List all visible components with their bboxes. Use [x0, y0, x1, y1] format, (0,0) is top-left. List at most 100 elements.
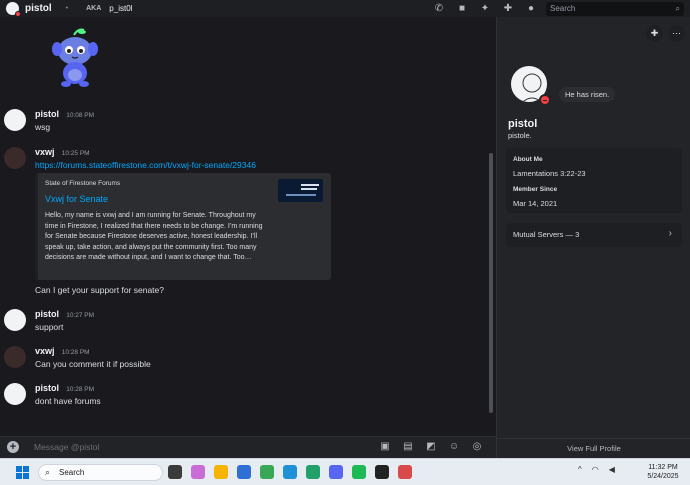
app-icon[interactable]	[306, 465, 320, 479]
timestamp: 10:25 PM	[61, 150, 90, 157]
author-name[interactable]: vxwj	[35, 346, 55, 356]
message-group: pistol 10:28 PM dont have forums	[0, 383, 486, 413]
chat-scrollbar[interactable]	[489, 153, 493, 413]
message-header: vxwj 10:28 PM	[35, 346, 90, 356]
message-text: Can you comment it if possible	[35, 359, 151, 369]
message-header: pistol 10:28 PM	[35, 383, 94, 393]
spotify-icon[interactable]	[352, 465, 366, 479]
custom-status: He has risen.	[559, 87, 616, 102]
taskbar-search[interactable]: ⌕ Search	[38, 464, 163, 481]
taskbar-search-label: Search	[59, 468, 85, 477]
game-app-icon[interactable]	[375, 465, 389, 479]
member-since-date: Mar 14, 2021	[513, 199, 558, 208]
gift-icon[interactable]: ▣	[378, 440, 392, 454]
sticker-icon[interactable]: ◩	[424, 440, 438, 454]
mutual-servers-button[interactable]: Mutual Servers — 3 ›	[506, 223, 682, 247]
author-name[interactable]: pistol	[35, 383, 59, 393]
mutual-servers-label: Mutual Servers — 3	[513, 230, 580, 239]
task-view-icon[interactable]	[168, 465, 182, 479]
volume-icon[interactable]: ◀	[609, 465, 615, 474]
profile-username: pistole.	[508, 131, 532, 140]
message-text: dont have forums	[35, 396, 101, 406]
composer-controls: ▣ ▤ ◩ ☺ ◎	[378, 440, 484, 454]
alias-name: p_ist0l	[109, 4, 133, 13]
message-group: pistol 10:27 PM support	[0, 309, 486, 339]
message-header: pistol 10:27 PM	[35, 309, 94, 319]
dnd-status-icon	[539, 94, 551, 106]
add-friends-icon[interactable]: ✚	[501, 3, 515, 14]
activities-icon[interactable]: ◎	[470, 440, 484, 454]
emoji-icon[interactable]: ☺	[447, 440, 461, 454]
message-input[interactable]: Message @pistol	[34, 442, 99, 452]
message-text: support	[35, 322, 64, 332]
wifi-icon[interactable]: ◠	[592, 465, 599, 474]
user-avatar[interactable]	[4, 147, 26, 169]
separator-dot: •	[65, 5, 69, 12]
user-avatar[interactable]	[4, 309, 26, 331]
message-group: pistol 10:08 PM wsg	[0, 109, 486, 139]
user-profile-panel: ✚ ⋯ He has risen. pistol pistole. About …	[496, 17, 690, 458]
message-header: pistol 10:08 PM	[35, 109, 94, 119]
search-input[interactable]: Search ⌕	[546, 2, 684, 16]
user-avatar[interactable]	[4, 383, 26, 405]
windows-taskbar: ⌕ Search ^ ◠ ◀ 11:32 PM 5/24/2025	[0, 458, 690, 485]
search-icon: ⌕	[675, 4, 680, 13]
embed-provider: State of Firestone Forums	[45, 180, 121, 187]
add-attachment-icon[interactable]: +	[7, 441, 19, 453]
chevron-right-icon: ›	[668, 228, 672, 239]
dm-username: pistol	[25, 3, 52, 14]
store-icon[interactable]	[237, 465, 251, 479]
link-embed: State of Firestone Forums Vxwj for Senat…	[35, 173, 331, 280]
copilot-icon[interactable]	[191, 465, 205, 479]
user-profile-icon[interactable]: ●	[524, 3, 538, 14]
embed-description: Hello, my name is vxwj and I am running …	[45, 212, 263, 261]
profile-info-card: About Me Lamentations 3:22-23 Member Sin…	[506, 148, 682, 213]
view-full-profile-button[interactable]: View Full Profile	[497, 438, 690, 458]
pinned-apps	[168, 465, 412, 479]
clock-time: 11:32 PM	[648, 464, 678, 471]
chevron-up-icon[interactable]: ^	[578, 465, 582, 474]
clock-date: 5/24/2025	[647, 473, 679, 480]
author-name[interactable]: pistol	[35, 309, 59, 319]
chat-area: pistol 10:08 PM wsg vxwj 10:25 PM https:…	[0, 17, 496, 458]
user-avatar[interactable]	[4, 109, 26, 131]
timestamp: 10:08 PM	[66, 112, 95, 119]
about-me-text: Lamentations 3:22-23	[513, 169, 586, 178]
search-icon: ⌕	[45, 467, 51, 477]
author-name[interactable]: vxwj	[35, 147, 55, 157]
pin-icon[interactable]: ✦	[478, 3, 492, 14]
more-options-icon[interactable]: ⋯	[668, 25, 685, 42]
embed-thumbnail[interactable]	[278, 179, 323, 202]
system-clock[interactable]: 11:32 PM 5/24/2025	[640, 463, 686, 481]
message-group: Can I get your support for senate?	[0, 285, 486, 301]
dm-avatar[interactable]	[6, 2, 21, 17]
title-bar: pistol • AKA p_ist0l ✆ ■ ✦ ✚ ● Search ⌕	[0, 0, 690, 17]
timestamp: 10:27 PM	[66, 312, 95, 319]
message-text: wsg	[35, 122, 51, 132]
message-link[interactable]: https://forums.stateoffirestone.com/t/vx…	[35, 160, 256, 170]
aka-label: AKA	[86, 5, 102, 12]
windows-start-icon[interactable]	[16, 466, 29, 479]
video-call-icon[interactable]: ■	[455, 3, 469, 14]
voice-call-icon[interactable]: ✆	[432, 3, 446, 14]
search-placeholder: Search	[550, 4, 576, 13]
xbox-icon[interactable]	[260, 465, 274, 479]
message-composer: + Message @pistol ▣ ▤ ◩ ☺ ◎	[0, 436, 496, 458]
file-explorer-icon[interactable]	[214, 465, 228, 479]
member-since-label: Member Since	[513, 186, 558, 193]
message-text: Can I get your support for senate?	[35, 285, 164, 295]
embed-title[interactable]: Vxwj for Senate	[45, 194, 108, 204]
author-name[interactable]: pistol	[35, 109, 59, 119]
message-group: vxwj 10:28 PM Can you comment it if poss…	[0, 346, 486, 376]
header-toolbar: ✆ ■ ✦ ✚ ●	[432, 0, 538, 17]
app-icon[interactable]	[398, 465, 412, 479]
timestamp: 10:28 PM	[61, 349, 90, 356]
gif-icon[interactable]: ▤	[401, 440, 415, 454]
message-header: vxwj 10:25 PM	[35, 147, 90, 157]
add-friend-icon[interactable]: ✚	[646, 25, 663, 42]
system-tray: ^ ◠ ◀	[578, 465, 615, 474]
about-me-label: About Me	[513, 156, 543, 163]
edge-icon[interactable]	[283, 465, 297, 479]
discord-icon[interactable]	[329, 465, 343, 479]
user-avatar[interactable]	[4, 346, 26, 368]
